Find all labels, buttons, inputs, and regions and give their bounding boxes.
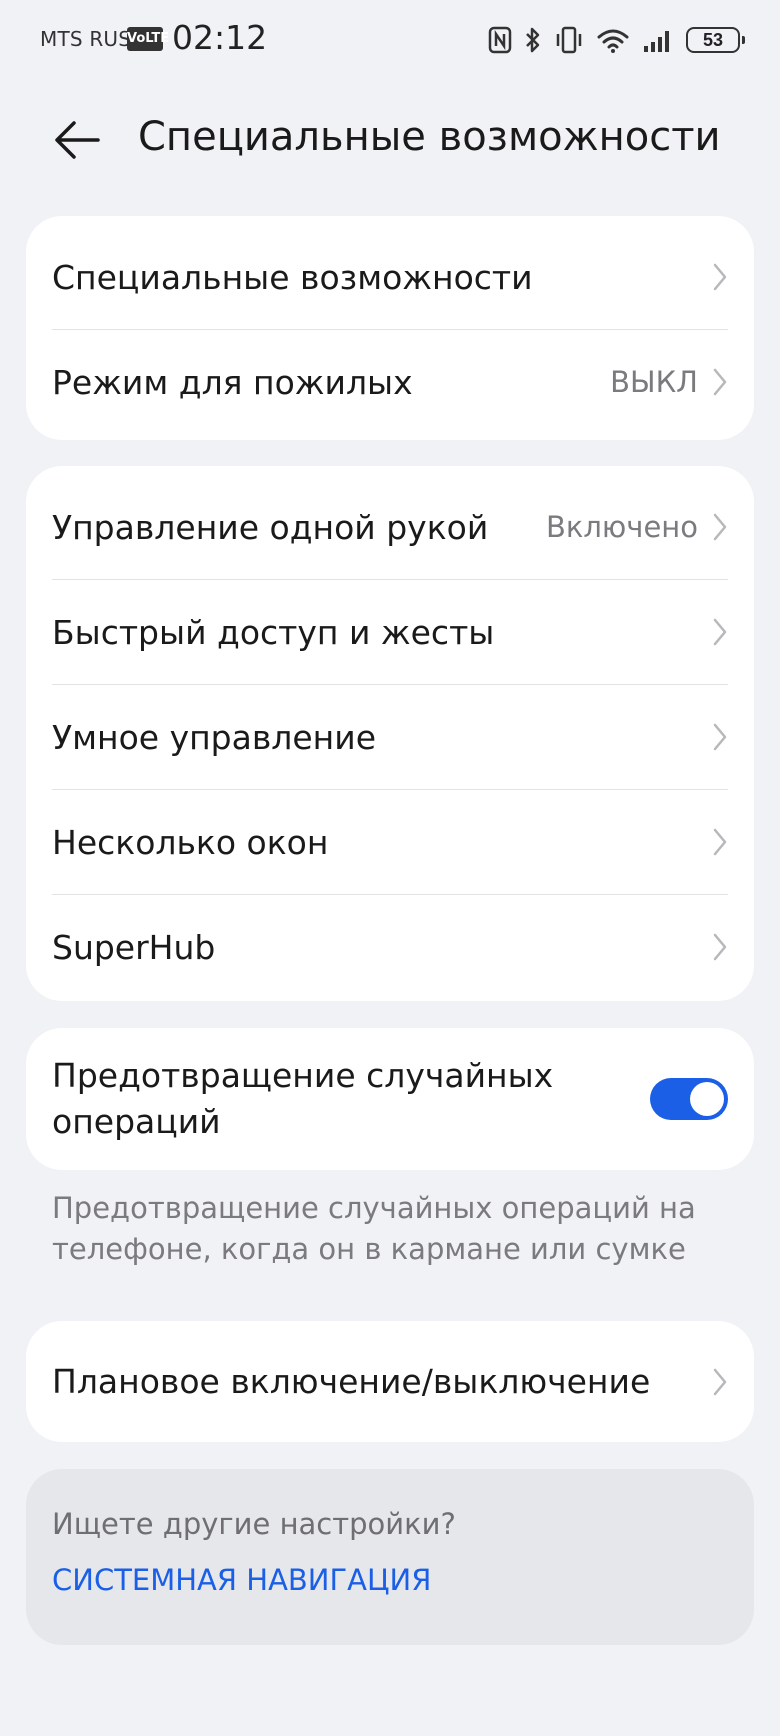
row-elderly-mode[interactable]: Режим для пожилых ВЫКЛ xyxy=(52,330,728,434)
battery-icon: 53 xyxy=(686,27,745,53)
chevron-right-icon xyxy=(713,828,727,856)
row-multi-window[interactable]: Несколько окон xyxy=(52,790,728,895)
chevron-right-icon xyxy=(713,368,727,396)
vibrate-icon xyxy=(556,26,582,54)
row-smart-control[interactable]: Умное управление xyxy=(52,685,728,790)
row-one-hand-mode[interactable]: Управление одной рукой Включено xyxy=(52,475,728,580)
header: Специальные возможности xyxy=(0,100,780,180)
volte-badge: VoLTE xyxy=(127,27,169,51)
row-accidental-touch: Предотвращение случайных операций xyxy=(52,1028,728,1170)
row-label: Быстрый доступ и жесты xyxy=(52,612,495,652)
row-value: Включено xyxy=(545,510,698,544)
wifi-icon xyxy=(597,29,629,53)
nfc-icon xyxy=(488,26,512,54)
row-label: Режим для пожилых xyxy=(52,362,413,402)
status-icons: 53 xyxy=(488,20,745,60)
signal-icon xyxy=(644,31,669,52)
other-settings-card: Ищете другие настройки? СИСТЕМНАЯ НАВИГА… xyxy=(26,1469,754,1645)
settings-group-1: Специальные возможности Режим для пожилы… xyxy=(26,216,754,440)
battery-level: 53 xyxy=(702,30,724,50)
scheduled-power-card: Плановое включение/выключение xyxy=(26,1321,754,1442)
row-value: ВЫКЛ xyxy=(610,365,698,399)
other-settings-question: Ищете другие настройки? xyxy=(52,1507,456,1541)
row-superhub[interactable]: SuperHub xyxy=(52,895,728,999)
switch-knob xyxy=(690,1082,724,1116)
chevron-right-icon xyxy=(713,618,727,646)
chevron-right-icon xyxy=(713,723,727,751)
system-navigation-link[interactable]: СИСТЕМНАЯ НАВИГАЦИЯ xyxy=(52,1563,431,1597)
back-button[interactable] xyxy=(52,117,102,163)
accidental-touch-switch[interactable] xyxy=(650,1078,728,1120)
row-shortcuts-gestures[interactable]: Быстрый доступ и жесты xyxy=(52,580,728,685)
page-title: Специальные возможности xyxy=(138,114,721,160)
back-arrow-icon xyxy=(55,121,100,159)
row-scheduled-power[interactable]: Плановое включение/выключение xyxy=(52,1321,728,1442)
chevron-right-icon xyxy=(713,263,727,291)
chevron-right-icon xyxy=(713,933,727,961)
row-label: Плановое включение/выключение xyxy=(52,1362,651,1401)
row-label: SuperHub xyxy=(52,927,216,967)
carrier-name: MTS RUS xyxy=(40,27,132,51)
chevron-right-icon xyxy=(713,513,727,541)
status-time: 02:12 xyxy=(172,18,268,57)
status-bar: MTS RUS VoLTE 02:12 53 xyxy=(0,0,780,80)
row-label: Умное управление xyxy=(52,717,377,757)
row-special-features[interactable]: Специальные возможности xyxy=(52,225,728,330)
chevron-right-icon xyxy=(713,1368,727,1395)
settings-group-2: Управление одной рукой Включено Быстрый … xyxy=(26,466,754,1001)
row-label: Специальные возможности xyxy=(52,257,533,297)
row-label: Управление одной рукой xyxy=(52,507,489,547)
row-label: Несколько окон xyxy=(52,822,329,862)
accidental-touch-card: Предотвращение случайных операций xyxy=(26,1028,754,1170)
toggle-label: Предотвращение случайных операций xyxy=(52,1056,554,1141)
bluetooth-icon xyxy=(526,27,540,53)
accidental-touch-hint: Предотвращение случайных операций на тел… xyxy=(52,1191,696,1266)
